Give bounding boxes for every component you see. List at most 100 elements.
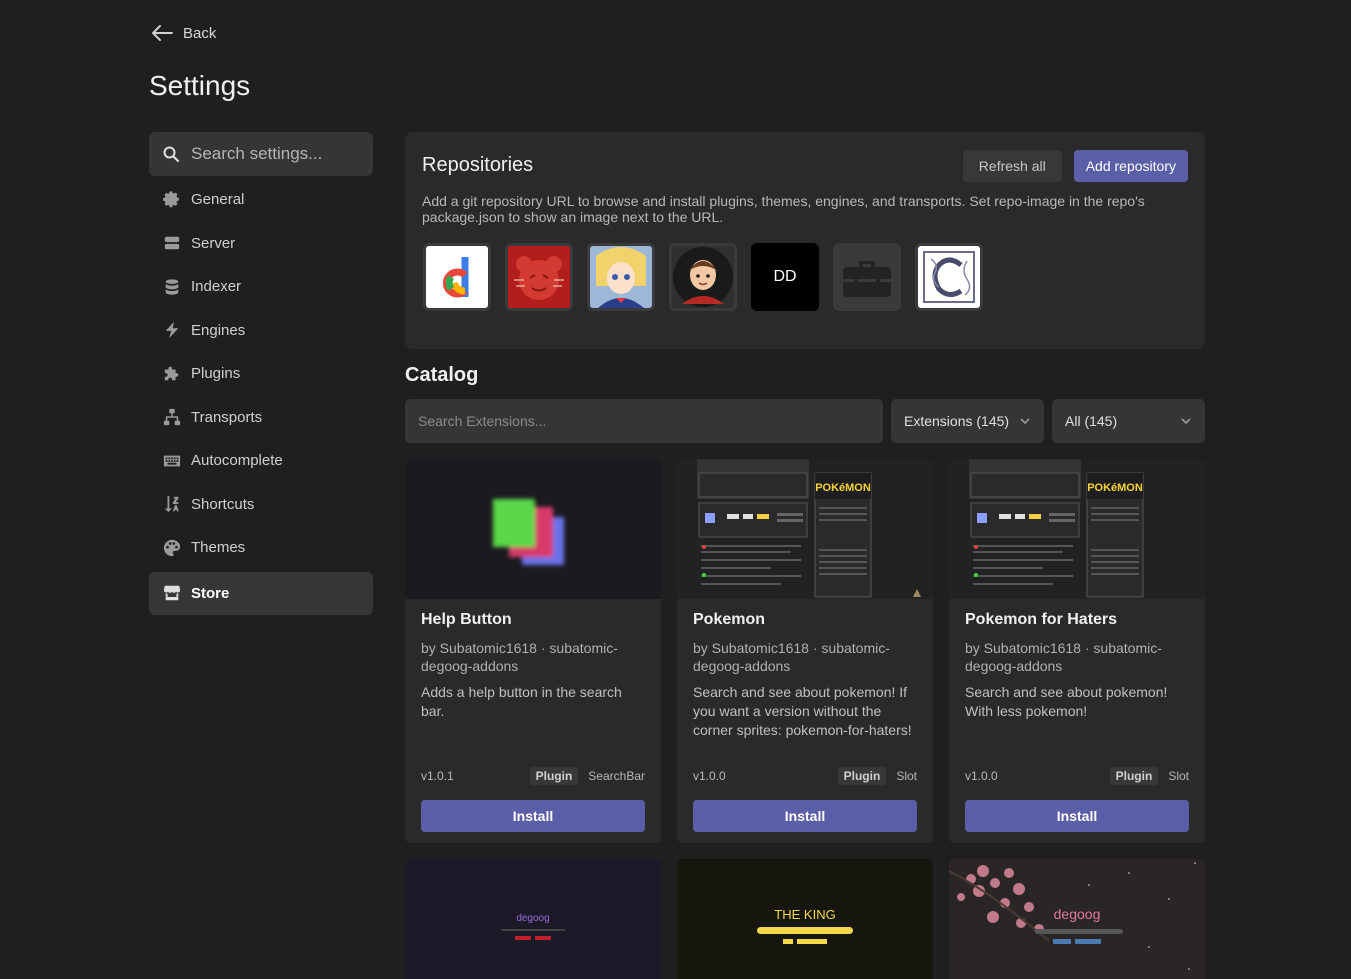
add-repository-button[interactable]: Add repository [1073, 150, 1188, 182]
sidebar-item-label: Server [191, 234, 236, 252]
sidebar-item-shortcuts[interactable]: Shortcuts [149, 483, 373, 527]
settings-sidebar: General Server Indexer Engines Plugins T… [149, 132, 373, 615]
extension-card-help-button: Help Button by Subatomic1618 · subatomic… [405, 459, 661, 843]
card-type-tag: Plugin [529, 767, 579, 785]
card-meta: v1.0.1 Plugin SearchBar [421, 767, 645, 785]
red-cat-avatar [508, 246, 570, 308]
sidebar-item-label: Autocomplete [191, 452, 283, 470]
card-type-tag: Plugin [837, 767, 887, 785]
theme-preview-image: degoog [949, 862, 1196, 970]
back-button[interactable]: Back [150, 24, 216, 42]
pokemon-preview: POKéMON [677, 459, 933, 599]
card-description: Search and see about pokemon! If you wan… [693, 684, 912, 738]
theme-preview-image: THE KING [757, 907, 853, 944]
extension-filter-select[interactable]: All (145) [1052, 399, 1205, 443]
extension-card-the-king-preview[interactable]: THE KING [677, 859, 933, 979]
puzzle-icon [163, 365, 181, 383]
repo-character-avatar[interactable] [669, 243, 737, 311]
pokemon-screenshot-image: POKéMON [969, 459, 1144, 598]
sidebar-item-label: Plugins [191, 365, 241, 383]
card-meta: v1.0.0 Plugin Slot [693, 767, 917, 785]
card-meta: v1.0.0 Plugin Slot [965, 767, 1189, 785]
sidebar-item-server[interactable]: Server [149, 222, 373, 266]
theme-preview-image: degoog [501, 913, 565, 940]
pokemon-screenshot-image: POKéMON [697, 459, 921, 598]
pokemon-for-haters-preview: POKéMON [949, 459, 1205, 599]
card-author: by Subatomic1618 · subatomic-degoog-addo… [965, 640, 1162, 674]
card-version: v1.0.0 [965, 769, 998, 783]
sidebar-item-transports[interactable]: Transports [149, 396, 373, 440]
sidebar-item-label: Themes [191, 539, 246, 557]
extension-card-pokemon: POKéMON Pokemon by Subatomic1618 · subat… [677, 459, 933, 843]
card-slot: Slot [1168, 769, 1189, 783]
ornate-letter-icon [923, 251, 975, 303]
repo-red-cat-avatar[interactable] [505, 243, 573, 311]
card-title: Help Button [421, 611, 512, 628]
settings-search-input[interactable] [191, 144, 361, 164]
sidebar-item-plugins[interactable]: Plugins [149, 352, 373, 396]
refresh-all-button[interactable]: Refresh all [962, 150, 1062, 182]
page-title: Settings [149, 70, 251, 101]
sidebar-item-label: Shortcuts [191, 495, 255, 513]
network-icon [163, 408, 181, 426]
sidebar-item-store[interactable]: Store [149, 571, 373, 615]
sidebar-item-autocomplete[interactable]: Autocomplete [149, 439, 373, 483]
palette-icon [163, 539, 181, 557]
install-button[interactable]: Install [693, 800, 917, 832]
sidebar-item-label: Store [191, 584, 230, 602]
sidebar-item-engines[interactable]: Engines [149, 309, 373, 353]
repositories-panel: Repositories Refresh all Add repository … [405, 132, 1205, 349]
extension-grid-row-2: degoog THE KING degoog [405, 859, 1205, 979]
repositories-description: Add a git repository URL to browse and i… [422, 193, 1145, 225]
card-type-tag: Plugin [1109, 767, 1159, 785]
sidebar-item-label: General [191, 191, 245, 209]
install-button[interactable]: Install [421, 800, 645, 832]
card-author: by Subatomic1618 · subatomic-degoog-addo… [421, 640, 618, 674]
card-title: Pokemon [693, 611, 766, 628]
sidebar-item-label: Transports [191, 408, 263, 426]
chevron-down-icon [1020, 418, 1030, 425]
repo-toolbox[interactable] [833, 243, 901, 311]
theme-preview-title: THE KING [774, 907, 835, 922]
install-button[interactable]: Install [965, 800, 1189, 832]
repositories-actions: Refresh all Add repository [962, 150, 1188, 182]
sidebar-item-label: Indexer [191, 278, 242, 296]
search-icon [163, 146, 179, 162]
sidebar-item-general[interactable]: General [149, 178, 373, 222]
repository-list: DD [423, 243, 1188, 311]
sidebar-item-themes[interactable]: Themes [149, 526, 373, 570]
stacked-cards-image [493, 499, 564, 565]
repo-degoog-logo[interactable] [423, 243, 491, 311]
back-label: Back [183, 24, 217, 42]
card-description: Search and see about pokemon! With less … [965, 684, 1168, 719]
chevron-down-icon [1181, 418, 1191, 425]
extension-filter-value: All (145) [1065, 413, 1118, 429]
sidebar-item-indexer[interactable]: Indexer [149, 265, 373, 309]
extension-card-pokemon-for-haters: POKéMON Pokemon for Haters by Subatomic1… [949, 459, 1205, 843]
extension-card-theme-preview[interactable]: degoog [405, 859, 661, 979]
pokemon-logo: POKéMON [1087, 482, 1143, 494]
repo-ornate-letter[interactable] [915, 243, 983, 311]
keyboard-icon [163, 452, 181, 470]
bolt-icon [163, 321, 181, 339]
pokemon-logo: POKéMON [815, 482, 871, 494]
extension-type-select[interactable]: Extensions (145) [891, 399, 1044, 443]
arrow-left-icon [152, 25, 173, 41]
settings-search[interactable] [149, 132, 373, 176]
catalog-title: Catalog [405, 364, 479, 386]
character-avatar [673, 247, 733, 307]
extension-type-value: Extensions (145) [904, 413, 1010, 429]
extensions-search-input[interactable] [405, 399, 883, 443]
help-button-preview [405, 459, 661, 599]
theme-preview-logo: degoog [1054, 906, 1101, 922]
repo-dd-logo[interactable]: DD [751, 243, 819, 311]
card-description: Adds a help button in the search bar. [421, 684, 622, 719]
extension-card-sakura-preview[interactable]: degoog [949, 859, 1205, 979]
dd-logo: DD [773, 268, 797, 285]
catalog-controls: Extensions (145) All (145) [405, 399, 1205, 443]
anime-girl-avatar [590, 246, 652, 308]
repo-anime-girl-avatar[interactable] [587, 243, 655, 311]
gear-icon [163, 191, 181, 209]
card-slot: SearchBar [588, 769, 645, 783]
sort-icon [163, 495, 181, 513]
